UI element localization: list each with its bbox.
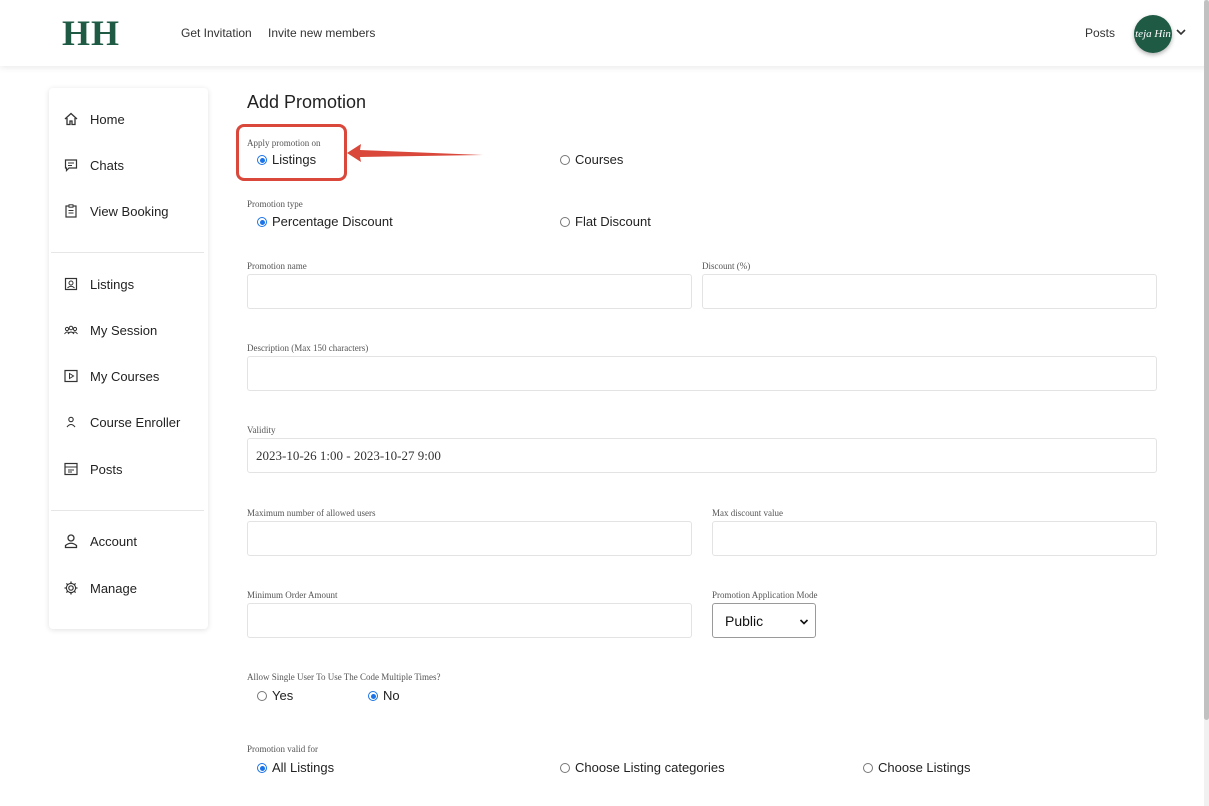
radio-flat-discount[interactable]: Flat Discount xyxy=(560,214,651,229)
sidebar-item-label: Course Enroller xyxy=(90,414,181,430)
max-discount-label: Max discount value xyxy=(712,508,783,518)
radio-label: Percentage Discount xyxy=(272,214,393,229)
radio-label: Choose Listing categories xyxy=(575,760,725,775)
radio-label: Courses xyxy=(575,152,624,167)
account-icon xyxy=(63,533,79,549)
sidebar-item-label: Manage xyxy=(90,580,137,596)
validity-label: Validity xyxy=(247,425,276,435)
annotation-arrow-icon xyxy=(347,144,483,162)
sidebar-item-account[interactable]: Account xyxy=(63,530,137,552)
chat-icon xyxy=(63,157,79,173)
sidebar-item-my-courses[interactable]: My Courses xyxy=(63,365,159,387)
radio-dot[interactable] xyxy=(257,690,267,701)
radio-label: Choose Listings xyxy=(878,760,971,775)
max-users-input[interactable] xyxy=(247,521,692,556)
discount-label: Discount (%) xyxy=(702,261,751,271)
min-order-label: Minimum Order Amount xyxy=(247,590,338,600)
radio-dot[interactable] xyxy=(560,216,570,227)
application-mode-label: Promotion Application Mode xyxy=(712,590,818,600)
browser-icon xyxy=(63,461,79,477)
top-header: HH Get Invitation Invite new members Pos… xyxy=(0,0,1209,66)
sidebar-item-posts[interactable]: Posts xyxy=(63,458,123,480)
valid-for-label: Promotion valid for xyxy=(247,744,318,754)
radio-multi-use-no[interactable]: No xyxy=(368,688,400,703)
select-value: Public xyxy=(725,612,764,629)
user-icon xyxy=(63,414,79,430)
logo[interactable]: HH xyxy=(62,12,120,54)
max-discount-input[interactable] xyxy=(712,521,1157,556)
page-title: Add Promotion xyxy=(247,92,367,112)
nav-posts[interactable]: Posts xyxy=(1085,26,1115,40)
radio-choose-listings[interactable]: Choose Listings xyxy=(863,760,971,775)
sidebar-divider xyxy=(51,510,204,511)
chevron-down-icon[interactable] xyxy=(1175,26,1187,38)
radio-dot[interactable] xyxy=(257,216,267,227)
sidebar-item-listings[interactable]: Listings xyxy=(63,273,134,295)
page-scrollbar[interactable] xyxy=(1204,0,1209,806)
radio-label: All Listings xyxy=(272,760,335,775)
sidebar-item-manage[interactable]: Manage xyxy=(63,577,137,599)
sidebar-item-label: Posts xyxy=(90,461,123,477)
sidebar-item-view-booking[interactable]: View Booking xyxy=(63,200,169,222)
promotion-name-label: Promotion name xyxy=(247,261,307,271)
discount-input[interactable] xyxy=(702,274,1157,309)
sidebar-item-course-enroller[interactable]: Course Enroller xyxy=(63,411,180,433)
nav-invite-members[interactable]: Invite new members xyxy=(268,26,375,40)
radio-dot[interactable] xyxy=(560,762,570,773)
id-card-icon xyxy=(63,276,79,292)
home-icon xyxy=(63,111,79,127)
sidebar-item-label: Listings xyxy=(90,276,135,292)
sidebar-item-label: Home xyxy=(90,111,125,127)
play-square-icon xyxy=(63,368,79,384)
sidebar-item-my-session[interactable]: My Session xyxy=(63,319,157,341)
promotion-name-input[interactable] xyxy=(247,274,692,309)
radio-dot[interactable] xyxy=(863,762,873,773)
clipboard-icon xyxy=(63,203,79,219)
min-order-input[interactable] xyxy=(247,603,692,638)
gear-icon xyxy=(63,580,79,596)
sidebar-item-label: Account xyxy=(90,533,137,549)
chevron-down-icon xyxy=(799,619,809,625)
sidebar-divider xyxy=(51,252,204,253)
sidebar-item-label: View Booking xyxy=(90,203,169,219)
max-users-label: Maximum number of allowed users xyxy=(247,508,376,518)
radio-label: Yes xyxy=(272,688,294,703)
promotion-type-label: Promotion type xyxy=(247,199,303,209)
group-icon xyxy=(63,322,79,338)
avatar[interactable]: teja Hin xyxy=(1134,15,1172,53)
radio-dot[interactable] xyxy=(368,690,378,701)
annotation-highlight-box xyxy=(236,124,347,181)
radio-label: No xyxy=(383,688,400,703)
sidebar: Home Chats View Booking Listings My Sess… xyxy=(49,88,208,629)
radio-choose-listing-categories[interactable]: Choose Listing categories xyxy=(560,760,725,775)
sidebar-item-chats[interactable]: Chats xyxy=(63,154,124,176)
radio-label: Flat Discount xyxy=(575,214,651,229)
radio-percentage-discount[interactable]: Percentage Discount xyxy=(257,214,393,229)
description-label: Description (Max 150 characters) xyxy=(247,343,369,353)
sidebar-item-label: Chats xyxy=(90,157,124,173)
sidebar-item-label: My Session xyxy=(90,322,158,338)
description-input[interactable] xyxy=(247,356,1157,391)
radio-multi-use-yes[interactable]: Yes xyxy=(257,688,293,703)
sidebar-item-home[interactable]: Home xyxy=(63,108,125,130)
application-mode-select[interactable]: Public xyxy=(712,603,816,638)
radio-all-listings[interactable]: All Listings xyxy=(257,760,334,775)
nav-get-invitation[interactable]: Get Invitation xyxy=(181,26,252,40)
avatar-signature: teja Hin xyxy=(1135,28,1171,40)
multi-use-label: Allow Single User To Use The Code Multip… xyxy=(247,672,441,682)
radio-dot[interactable] xyxy=(560,154,570,165)
radio-dot[interactable] xyxy=(257,762,267,773)
radio-apply-courses[interactable]: Courses xyxy=(560,152,623,167)
validity-input[interactable]: 2023-10-26 1:00 - 2023-10-27 9:00 xyxy=(247,438,1157,473)
sidebar-item-label: My Courses xyxy=(90,368,160,384)
